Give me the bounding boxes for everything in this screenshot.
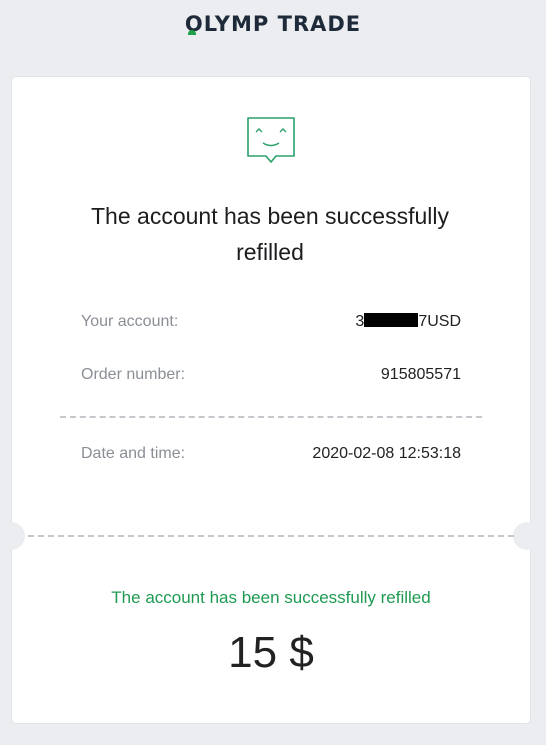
account-value: 3 7USD	[355, 313, 461, 330]
account-label: Your account:	[81, 313, 179, 330]
logo-green-accent	[187, 30, 196, 35]
date-label: Date and time:	[81, 445, 186, 462]
order-value: 915805571	[380, 366, 461, 383]
smiling-chat-bubble-icon	[247, 117, 295, 163]
receipt-title: The account has been successfully refill…	[91, 203, 449, 265]
success-message: The account has been successfully refill…	[111, 588, 431, 607]
order-label: Order number:	[81, 366, 186, 383]
order-row: Order number: 915805571	[81, 366, 461, 386]
dashed-divider	[60, 416, 482, 418]
logo-wordmark-olymp: OLYMP	[184, 12, 270, 36]
date-row: Date and time: 2020-02-08 12:53:18	[81, 445, 461, 465]
refill-amount: 15 $	[228, 628, 314, 677]
receipt-card	[11, 76, 531, 724]
olymp-trade-logo: OLYMP TRADE	[0, 12, 546, 36]
account-row: Your account: 3 7USD	[81, 313, 461, 333]
ticket-notch-right	[513, 522, 541, 550]
logo-wordmark-trade: TRADE	[277, 12, 362, 36]
redaction-bar	[364, 313, 419, 327]
date-value: 2020-02-08 12:53:18	[312, 445, 461, 462]
ticket-tear-line	[28, 535, 514, 537]
